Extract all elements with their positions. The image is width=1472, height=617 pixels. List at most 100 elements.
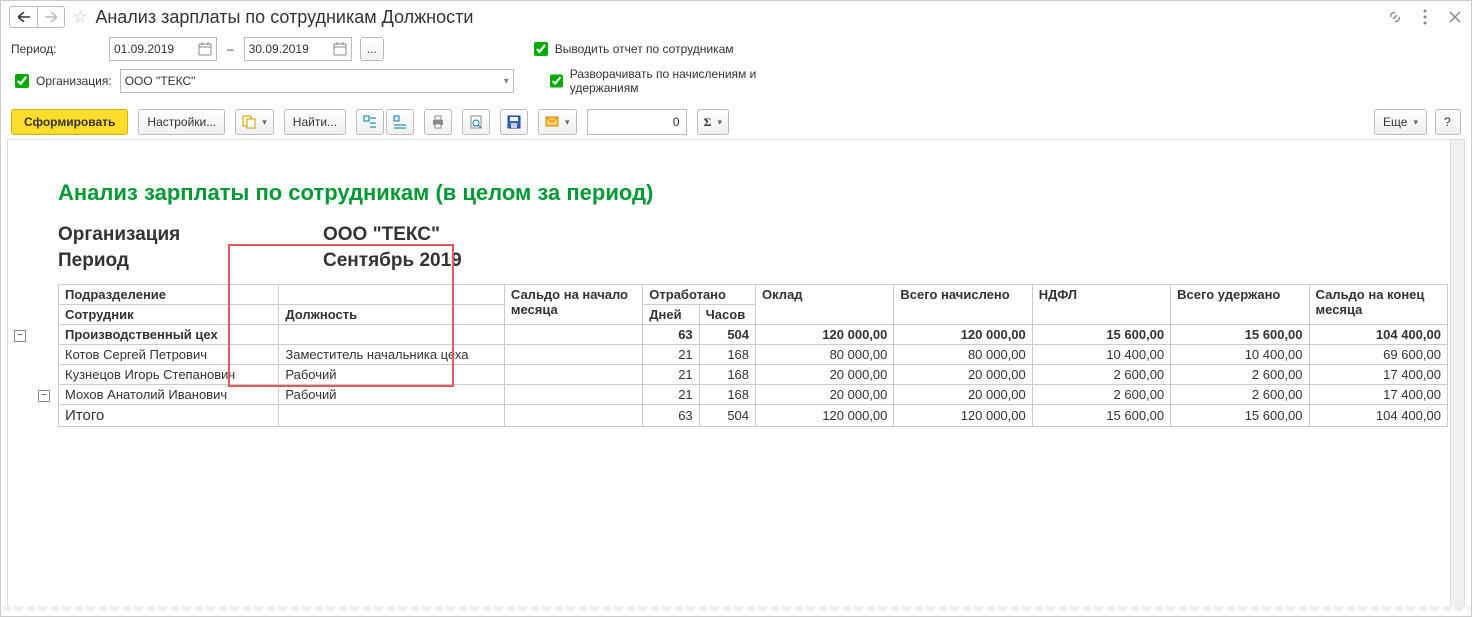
vertical-scrollbar[interactable] [1450, 140, 1464, 609]
tree-collapse-row-icon[interactable]: − [38, 390, 50, 402]
total-saldo-begin [504, 405, 642, 427]
cell-pos: Рабочий [279, 385, 505, 405]
period-picker-button[interactable]: ... [360, 37, 384, 61]
total-withheld: 15 600,00 [1171, 405, 1309, 427]
email-button[interactable]: ▾ [538, 109, 577, 135]
cell-hours: 168 [699, 385, 755, 405]
cell-days: 21 [643, 385, 699, 405]
report-org-key: Организация [58, 224, 323, 246]
collapse-all-button[interactable] [386, 109, 414, 135]
link-icon[interactable] [1387, 9, 1403, 25]
cell-hours: 168 [699, 365, 755, 385]
calendar-icon[interactable] [333, 42, 347, 56]
dropdown-icon[interactable]: ▾ [504, 76, 509, 87]
cell-salary: 80 000,00 [756, 345, 894, 365]
cell-name: Кузнецов Игорь Степанович [59, 365, 279, 385]
organization-value: ООО "ТЕКС" [125, 74, 196, 88]
table-row[interactable]: Кузнецов Игорь СтепановичРабочий 21168 20 … [59, 365, 1448, 385]
total-salary: 120 000,00 [756, 405, 894, 427]
tree-collapse-icon[interactable]: − [14, 330, 26, 342]
close-icon[interactable] [1447, 9, 1463, 25]
report-period-value: Сентябрь 2019 [323, 250, 462, 272]
cell-end: 69 600,00 [1309, 345, 1447, 365]
checkbox-expand[interactable]: Разворачивать по начислениям и удержания… [546, 67, 766, 95]
report-title: Анализ зарплаты по сотрудникам (в целом … [58, 180, 1464, 206]
date-from-input[interactable]: 01.09.2019 [109, 37, 217, 61]
more-button[interactable]: Еще▾ [1374, 109, 1427, 135]
cell-withheld: 10 400,00 [1171, 345, 1309, 365]
cell-accrued: 80 000,00 [894, 345, 1032, 365]
cell-pos [279, 325, 505, 345]
checkbox-expand-label: Разворачивать по начислениям и удержания… [570, 67, 766, 95]
organization-input[interactable]: ООО "ТЕКС" ▾ [120, 69, 514, 93]
torn-edge-decoration [1, 606, 1471, 616]
total-end: 104 400,00 [1309, 405, 1447, 427]
nav-back-button[interactable] [9, 6, 37, 28]
report-org-value: ООО "ТЕКС" [323, 224, 440, 246]
col-pos: Должность [279, 305, 505, 325]
checkbox-by-employee[interactable]: Выводить отчет по сотрудникам [530, 39, 734, 59]
cell-accrued: 20 000,00 [894, 365, 1032, 385]
sigma-button[interactable]: Σ▾ [697, 109, 729, 135]
run-report-button[interactable]: Сформировать [11, 109, 128, 135]
print-button[interactable] [424, 109, 452, 135]
save-button[interactable] [500, 109, 528, 135]
total-days: 63 [643, 405, 699, 427]
cell-end: 17 400,00 [1309, 385, 1447, 405]
col-saldo-begin: Сальдо на начало месяца [504, 285, 642, 325]
preview-button[interactable] [462, 109, 490, 135]
table-row[interactable]: Котов Сергей ПетровичЗаместитель начальн… [59, 345, 1448, 365]
cell-ndfl: 10 400,00 [1032, 345, 1170, 365]
report-table: Подразделение Сальдо на начало месяца От… [58, 284, 1448, 427]
variants-button[interactable]: ▾ [235, 109, 274, 135]
cell-name: Мохов Анатолий Иванович [59, 385, 279, 405]
report-period-key: Период [58, 250, 323, 272]
period-label: Период: [11, 42, 101, 56]
cell-days: 21 [643, 365, 699, 385]
cell-hours: 504 [699, 325, 755, 345]
date-from-value: 01.09.2019 [114, 42, 174, 56]
cell-end: 104 400,00 [1309, 325, 1447, 345]
checkbox-organization-input[interactable] [15, 74, 29, 88]
expand-all-button[interactable] [356, 109, 384, 135]
find-button[interactable]: Найти... [284, 109, 346, 135]
kebab-menu-icon[interactable] [1417, 9, 1433, 25]
cell-salary: 120 000,00 [756, 325, 894, 345]
help-button[interactable]: ? [1435, 109, 1461, 135]
col-emp: Сотрудник [59, 305, 279, 325]
col-dept: Подразделение [59, 285, 279, 305]
more-button-label: Еще [1383, 115, 1407, 129]
table-row[interactable]: Мохов Анатолий ИвановичРабочий2116820 00… [59, 385, 1448, 405]
sum-input[interactable]: 0 [587, 109, 687, 135]
cell-end: 17 400,00 [1309, 365, 1447, 385]
table-row[interactable]: Производственный цех63504120 000,00120 0… [59, 325, 1448, 345]
cell-saldo-begin [504, 385, 642, 405]
cell-name: Производственный цех [59, 325, 279, 345]
checkbox-expand-input[interactable] [550, 74, 563, 88]
cell-hours: 168 [699, 345, 755, 365]
cell-name: Котов Сергей Петрович [59, 345, 279, 365]
favorite-star-icon[interactable]: ☆ [73, 7, 87, 27]
total-accrued: 120 000,00 [894, 405, 1032, 427]
total-pos [279, 405, 505, 427]
checkbox-by-employee-input[interactable] [534, 42, 548, 56]
col-accrued: Всего начислено [894, 285, 1032, 325]
total-label: Итого [59, 405, 279, 427]
cell-ndfl: 2 600,00 [1032, 385, 1170, 405]
col-pos-empty [279, 285, 505, 305]
cell-withheld: 2 600,00 [1171, 365, 1309, 385]
col-days: Дней [643, 305, 699, 325]
window-title: Анализ зарплаты по сотрудникам Должности [95, 7, 1387, 28]
calendar-icon[interactable] [198, 42, 212, 56]
cell-pos: Рабочий [279, 365, 505, 385]
cell-withheld: 15 600,00 [1171, 325, 1309, 345]
total-hours: 504 [699, 405, 755, 427]
report-area: − − Анализ зарплаты по сотрудникам (в це… [7, 139, 1465, 610]
date-to-value: 30.09.2019 [249, 42, 309, 56]
cell-ndfl: 2 600,00 [1032, 365, 1170, 385]
checkbox-organization[interactable]: Организация: [11, 71, 112, 91]
date-to-input[interactable]: 30.09.2019 [244, 37, 352, 61]
settings-button[interactable]: Настройки... [138, 109, 225, 135]
nav-forward-button[interactable] [37, 6, 65, 28]
cell-withheld: 2 600,00 [1171, 385, 1309, 405]
